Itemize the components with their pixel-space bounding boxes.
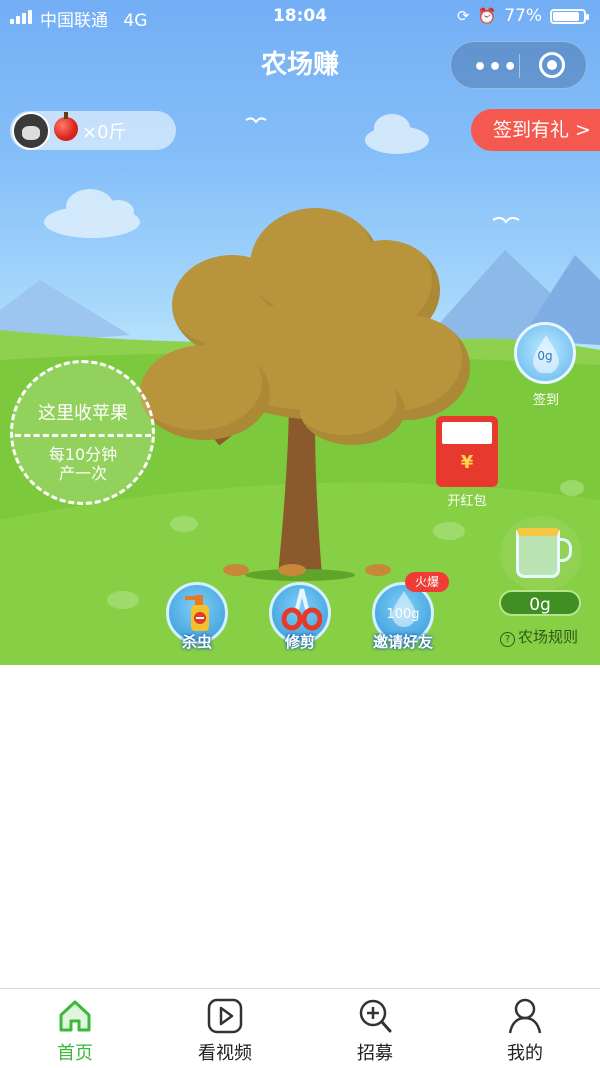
status-bar: 中国联通 4G 18:04 ⟳ ⏰ 77% — [0, 0, 600, 34]
farm-rules-label: 农场规则 — [518, 628, 579, 646]
battery-percent: 77% — [504, 6, 542, 26]
harvest-interval: 每10分钟 — [48, 445, 118, 464]
tab-recruit[interactable]: 招募 — [300, 989, 450, 1068]
search-plus-icon — [359, 999, 392, 1033]
tab-home-label: 首页 — [57, 1043, 93, 1064]
prune-label: 修剪 — [284, 633, 315, 651]
farm-rules-link[interactable]: ? 农场规则 — [500, 626, 578, 647]
water-drop-amount: 0g — [537, 349, 553, 363]
apple-count: ×0斤 — [82, 122, 127, 143]
hot-badge: 火爆 — [405, 572, 449, 592]
bottom-tab-bar: 首页 看视频 招募 我的 — [0, 988, 600, 1068]
tab-mine-label: 我的 — [507, 1043, 543, 1064]
jar-amount: 0g — [499, 590, 581, 616]
harvest-frequency: 产一次 — [58, 464, 107, 483]
water-jar[interactable] — [500, 516, 582, 591]
user-icon — [508, 998, 542, 1034]
sign-label: 签到 — [532, 393, 559, 408]
close-target-icon[interactable] — [539, 52, 565, 78]
red-packet-button[interactable]: ¥ — [436, 416, 498, 487]
scissors-icon — [281, 588, 322, 631]
water-drop-sign-button[interactable]: 0g — [514, 322, 576, 384]
spray-bottle-icon — [185, 595, 209, 631]
alarm-icon: ⏰ — [477, 7, 497, 25]
tab-recruit-label: 招募 — [357, 1043, 393, 1064]
jar-icon — [516, 528, 560, 578]
tab-watch-video[interactable]: 看视频 — [150, 989, 300, 1068]
question-icon: ? — [500, 632, 515, 647]
rotation-lock-icon: ⟳ — [456, 7, 470, 25]
red-packet-label: 开红包 — [447, 494, 487, 509]
envelope-icon — [442, 422, 492, 444]
battery-icon — [550, 8, 589, 24]
harvest-title: 这里收苹果 — [38, 403, 128, 424]
apple-icon — [54, 112, 78, 141]
invite-friends-label: 邀请好友 — [372, 633, 433, 651]
yen-icon: ¥ — [460, 452, 474, 473]
invite-reward-amount: 100g — [386, 607, 420, 622]
play-video-icon — [207, 998, 243, 1034]
mini-program-capsule: ••• — [450, 41, 587, 89]
tab-home[interactable]: 首页 — [0, 989, 150, 1068]
capsule-divider — [519, 54, 520, 78]
harvest-divider — [15, 434, 151, 437]
tab-watch-video-label: 看视频 — [198, 1043, 252, 1064]
more-dots-icon[interactable]: ••• — [473, 55, 518, 80]
home-icon — [59, 1000, 91, 1032]
tab-mine[interactable]: 我的 — [450, 989, 600, 1068]
pesticide-label: 杀虫 — [181, 633, 212, 651]
sign-in-gift-button[interactable]: 签到有礼 > — [471, 109, 600, 151]
avatar[interactable] — [12, 112, 50, 150]
harvest-zone[interactable]: 这里收苹果 每10分钟 产一次 — [10, 360, 155, 505]
